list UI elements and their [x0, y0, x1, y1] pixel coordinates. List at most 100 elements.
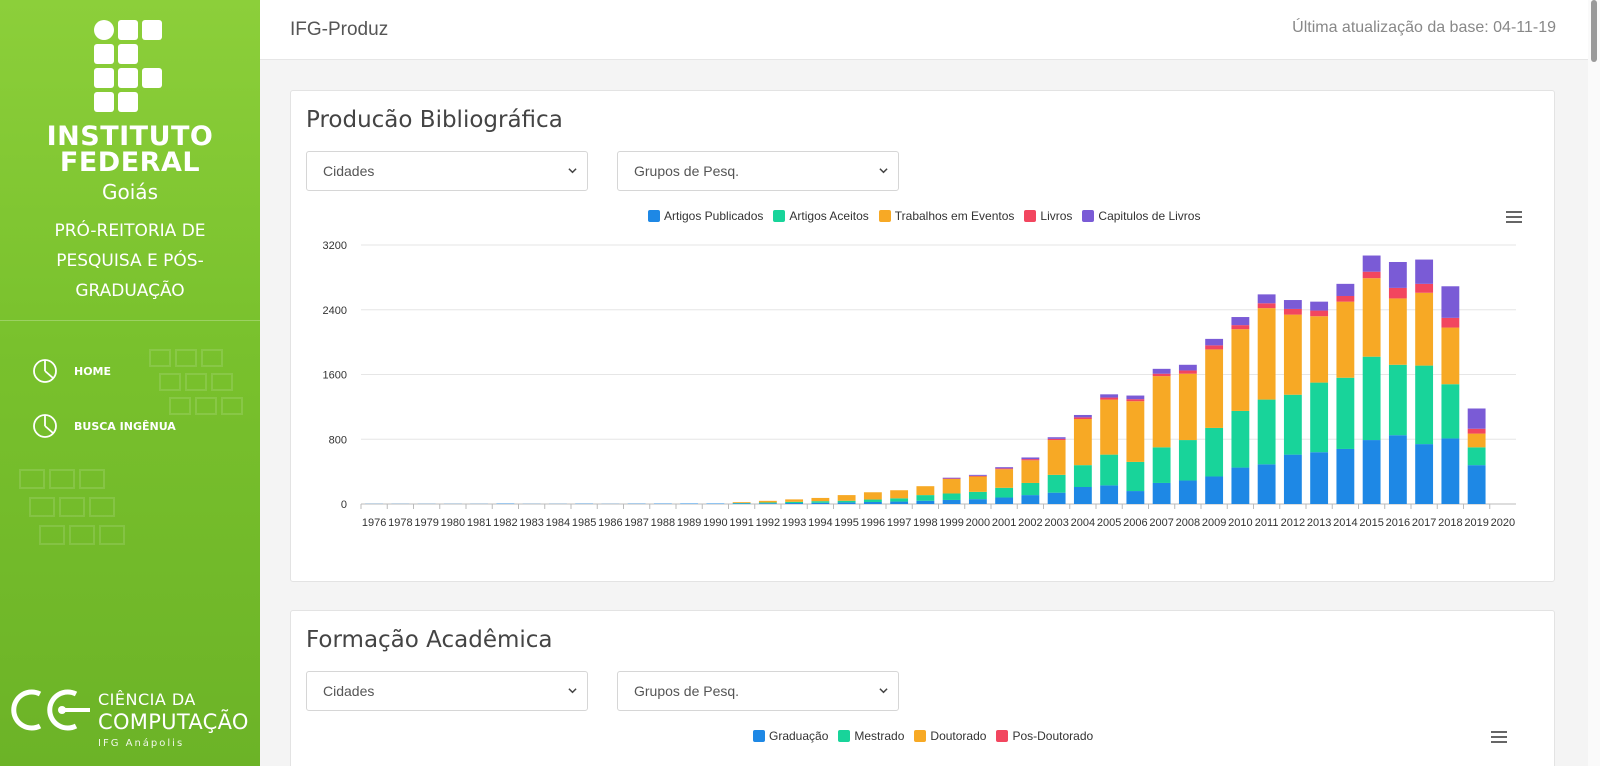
bar-segment[interactable] [1231, 325, 1250, 330]
bar-segment[interactable] [1388, 364, 1407, 436]
bar-segment[interactable] [1336, 295, 1355, 302]
bar-segment[interactable] [863, 492, 882, 500]
bar-segment[interactable] [942, 499, 961, 504]
bar-segment[interactable] [732, 503, 751, 504]
bar-segment[interactable] [1178, 440, 1197, 481]
bar-segment[interactable] [785, 503, 804, 504]
bar-segment[interactable] [968, 475, 987, 477]
app-title[interactable]: IFG-Produz [290, 19, 388, 41]
bar-segment[interactable] [1336, 283, 1355, 296]
bar-segment[interactable] [1126, 491, 1145, 504]
legend-item[interactable]: Graduação [753, 729, 828, 743]
bar-segment[interactable] [1178, 370, 1197, 374]
legend-item[interactable]: Artigos Publicados [648, 209, 763, 223]
bar-segment[interactable] [995, 467, 1014, 469]
bar-segment[interactable] [1388, 435, 1407, 504]
bar-segment[interactable] [1021, 457, 1040, 460]
bar-segment[interactable] [811, 497, 830, 502]
bar-segment[interactable] [1047, 492, 1066, 504]
bar-segment[interactable] [1415, 444, 1434, 504]
bar-segment[interactable] [1310, 316, 1329, 383]
bar-segment[interactable] [1073, 414, 1092, 418]
bar-segment[interactable] [916, 495, 935, 501]
bar-segment[interactable] [1441, 438, 1460, 504]
legend-item[interactable]: Capitulos de Livros [1082, 209, 1200, 223]
legend-item[interactable]: Doutorado [914, 729, 986, 743]
bar-segment[interactable] [1152, 447, 1171, 483]
scrollbar-thumb[interactable] [1591, 0, 1597, 62]
bar-segment[interactable] [1073, 419, 1092, 466]
bar-segment[interactable] [968, 491, 987, 500]
bar-segment[interactable] [1073, 465, 1092, 488]
bar-segment[interactable] [1047, 474, 1066, 493]
bar-segment[interactable] [863, 499, 882, 502]
bar-segment[interactable] [968, 474, 987, 476]
bar-segment[interactable] [1283, 300, 1302, 309]
bar-segment[interactable] [1388, 261, 1407, 288]
bar-segment[interactable] [1205, 338, 1224, 346]
bar-segment[interactable] [1021, 482, 1040, 496]
bar-segment[interactable] [1415, 283, 1434, 293]
bar-segment[interactable] [995, 497, 1014, 504]
bar-segment[interactable] [1100, 454, 1119, 486]
bar-segment[interactable] [890, 498, 909, 502]
bar-segment[interactable] [758, 500, 777, 503]
bar-segment[interactable] [1231, 467, 1250, 504]
bar-segment[interactable] [1205, 345, 1224, 350]
cities-select[interactable]: Cidades [306, 151, 588, 191]
research-groups-select[interactable]: Grupos de Pesq. [617, 151, 899, 191]
bar-segment[interactable] [942, 477, 961, 479]
bar-segment[interactable] [1283, 394, 1302, 455]
bar-segment[interactable] [1126, 401, 1145, 462]
bar-segment[interactable] [837, 502, 856, 504]
bar-segment[interactable] [1362, 271, 1381, 279]
chart-menu-icon[interactable] [1506, 211, 1524, 225]
bar-segment[interactable] [995, 487, 1014, 498]
legend-item[interactable]: Trabalhos em Eventos [878, 209, 1014, 223]
bar-segment[interactable] [1415, 365, 1434, 445]
bar-segment[interactable] [1205, 476, 1224, 504]
bar-segment[interactable] [1467, 465, 1486, 504]
legend-item[interactable]: Mestrado [838, 729, 904, 743]
research-groups-select[interactable]: Grupos de Pesq. [617, 671, 899, 711]
bar-segment[interactable] [1126, 399, 1145, 402]
bar-segment[interactable] [1100, 394, 1119, 398]
bar-segment[interactable] [732, 502, 751, 503]
bar-segment[interactable] [1283, 314, 1302, 395]
bar-segment[interactable] [1467, 447, 1486, 466]
legend-item[interactable]: Pos-Doutorado [996, 729, 1093, 743]
bar-segment[interactable] [785, 501, 804, 504]
bar-segment[interactable] [1336, 448, 1355, 504]
bar-segment[interactable] [811, 502, 830, 504]
chart-menu-icon[interactable] [1491, 731, 1509, 745]
bar-segment[interactable] [1152, 373, 1171, 377]
bar-segment[interactable] [968, 499, 987, 504]
bar-segment[interactable] [1283, 308, 1302, 315]
bar-segment[interactable] [1467, 408, 1486, 429]
bar-segment[interactable] [1126, 395, 1145, 400]
bar-segment[interactable] [1388, 287, 1407, 299]
bar-segment[interactable] [1152, 482, 1171, 504]
bar-segment[interactable] [1310, 310, 1329, 317]
bar-segment[interactable] [785, 499, 804, 502]
bar-segment[interactable] [837, 495, 856, 501]
bar-segment[interactable] [1441, 327, 1460, 385]
bar-segment[interactable] [811, 501, 830, 503]
bar-segment[interactable] [1178, 364, 1197, 371]
legend-item[interactable]: Livros [1024, 209, 1072, 223]
bar-segment[interactable] [1257, 308, 1276, 400]
bar-segment[interactable] [1100, 397, 1119, 400]
bar-segment[interactable] [942, 478, 961, 494]
bar-segment[interactable] [1152, 368, 1171, 374]
cities-select[interactable]: Cidades [306, 671, 588, 711]
bar-segment[interactable] [1283, 454, 1302, 504]
bar-segment[interactable] [1231, 410, 1250, 468]
bar-segment[interactable] [1205, 349, 1224, 428]
bar-segment[interactable] [1441, 384, 1460, 439]
bar-segment[interactable] [1257, 303, 1276, 309]
bar-segment[interactable] [1362, 255, 1381, 272]
bar-segment[interactable] [863, 501, 882, 504]
bar-segment[interactable] [1336, 377, 1355, 449]
bar-segment[interactable] [916, 486, 935, 496]
bar-segment[interactable] [890, 501, 909, 504]
